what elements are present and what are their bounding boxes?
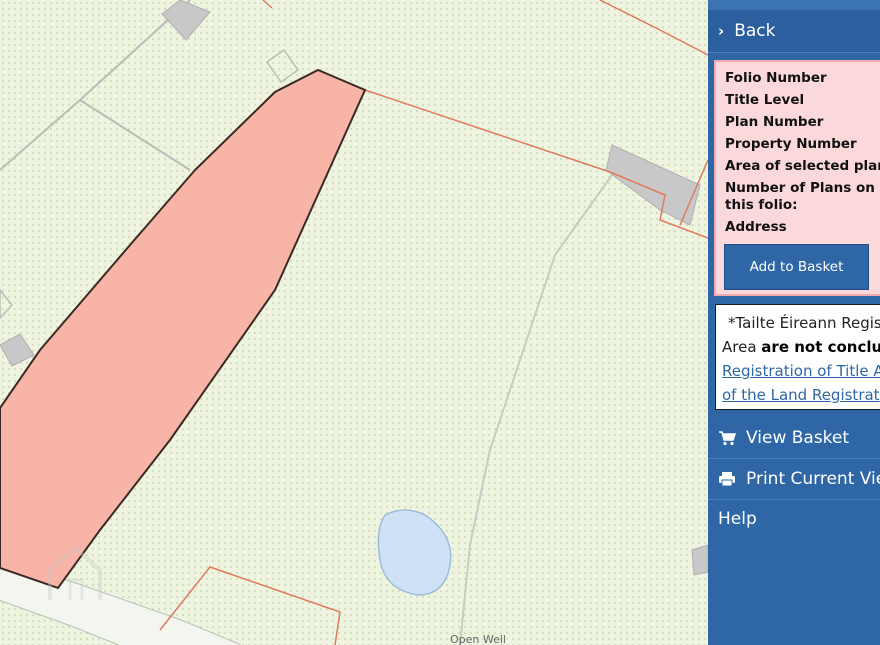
map-building [161,0,211,41]
back-button[interactable]: › Back [708,10,880,53]
printer-icon [718,471,736,487]
map-boundary [262,0,273,9]
map-road [79,99,191,171]
side-panel: › Back Folio Number Title Level Plan Num… [708,0,880,645]
print-current-view-button[interactable]: Print Current View [708,459,880,500]
map-view[interactable]: Open Well [0,0,708,645]
number-of-plans-label: Number of Plans on this folio: [725,180,875,213]
map-pond [377,509,452,596]
map-boundary [364,89,708,239]
selected-plot[interactable] [0,68,367,590]
notice-bold: are not conclusiv [761,338,880,356]
folio-number-label: Folio Number [725,70,827,86]
map-boundary [599,0,708,56]
help-button[interactable]: Help [708,500,880,538]
title-level-label: Title Level [725,92,805,108]
map-building [0,333,35,367]
property-number-label: Property Number [725,136,857,152]
panel-menu: View Basket Print Current View Help [708,418,880,538]
land-registration-link[interactable]: of the Land Registrat [722,383,880,407]
registration-title-act-link[interactable]: Registration of Title A [722,359,880,383]
view-basket-label: View Basket [746,428,850,448]
map-building-outline [265,48,300,84]
notice-prefix: Area [722,338,762,356]
print-current-view-label: Print Current View [746,469,880,489]
map-road [0,0,191,171]
registration-notice: *Tailte Éireann Registra Area are not co… [715,304,880,410]
view-basket-button[interactable]: View Basket [708,418,880,459]
map-building [691,544,708,576]
map-track [459,174,613,645]
chevron-right-icon: › [718,22,725,40]
help-label: Help [718,509,757,529]
cart-icon [718,430,736,446]
map-building-outline [0,288,13,320]
back-label: Back [734,21,776,41]
map-label-open-well: Open Well [450,633,506,645]
map-canvas [0,0,708,645]
notice-line-1: *Tailte Éireann Registra [728,314,880,332]
area-selected-plans-label: Area of selected plans [725,158,880,174]
panel-top-strip [708,0,880,10]
plan-number-label: Plan Number [725,114,824,130]
add-to-basket-button[interactable]: Add to Basket [724,244,869,290]
address-label: Address [725,219,787,235]
property-info-box: Folio Number Title Level Plan Number Pro… [714,60,880,296]
notice-line-2: Area are not conclusiv [722,335,880,359]
